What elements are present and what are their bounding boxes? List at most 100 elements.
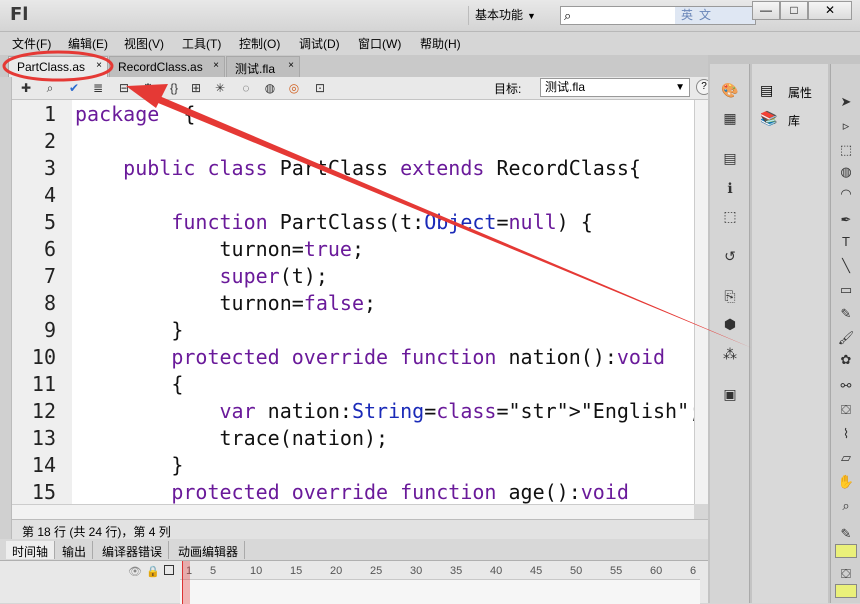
line-tool-icon[interactable]: ╲ — [836, 256, 856, 276]
maximize-button[interactable]: □ — [780, 1, 808, 20]
remove-comment-icon[interactable]: ◎ — [286, 80, 302, 96]
bone-tool-icon[interactable]: ⚯ — [836, 376, 856, 396]
pencil-tool-icon[interactable]: ✎ — [836, 304, 856, 324]
code-hint-icon[interactable]: ⊟ — [116, 80, 132, 96]
frame-track[interactable] — [180, 579, 700, 604]
target-value: 测试.fla — [545, 80, 586, 94]
eye-icon[interactable]: 👁 — [128, 565, 142, 578]
frame-number: 25 — [370, 565, 383, 577]
tab-compiler-errors[interactable]: 编译器错误 — [96, 541, 170, 559]
menu-view[interactable]: 视图(V) — [124, 35, 164, 52]
tab-label: RecordClass.as — [118, 60, 203, 74]
menu-tools[interactable]: 工具(T) — [182, 35, 221, 52]
library-panel-tab[interactable]: 库 — [788, 112, 800, 129]
debug-options-icon[interactable]: ⚙ — [140, 80, 156, 96]
menu-window[interactable]: 窗口(W) — [358, 35, 401, 52]
playhead[interactable] — [182, 561, 190, 604]
transform-icon[interactable]: ⬚ — [720, 206, 740, 226]
menu-file[interactable]: 文件(F) — [12, 35, 51, 52]
lock-icon[interactable]: 🔒 — [146, 565, 160, 578]
tab-timeline[interactable]: 时间轴 — [6, 541, 56, 559]
chevron-down-icon: ▼ — [675, 82, 685, 93]
show-toolbox-icon[interactable]: ⊡ — [312, 80, 328, 96]
line-number: 13 — [31, 426, 56, 450]
menu-debug[interactable]: 调试(D) — [299, 35, 340, 52]
color-palette-icon[interactable]: 🎨 — [720, 80, 740, 100]
collapse-between-braces-icon[interactable]: {} — [166, 80, 182, 96]
code-line: protected override function nation():voi… — [171, 345, 666, 369]
tab-test-fla[interactable]: 测试.fla × — [226, 56, 300, 77]
apply-line-comment-icon[interactable]: ◍ — [262, 80, 278, 96]
hand-tool-icon[interactable]: ✋ — [836, 472, 856, 492]
align-icon[interactable]: ▤ — [720, 148, 740, 168]
menu-control[interactable]: 控制(O) — [239, 35, 280, 52]
stroke-color-swatch[interactable] — [835, 544, 857, 558]
project-icon[interactable]: ▣ — [720, 384, 740, 404]
close-icon[interactable]: × — [213, 60, 219, 71]
menu-edit[interactable]: 编辑(E) — [68, 35, 108, 52]
left-collapse-strip[interactable] — [0, 77, 12, 539]
apply-block-comment-icon[interactable]: ◌ — [238, 80, 254, 96]
deco-tool-icon[interactable]: ✿ — [836, 350, 856, 370]
stroke-color-icon[interactable]: ✎ — [836, 524, 856, 544]
close-icon[interactable]: × — [288, 60, 294, 71]
tab-output[interactable]: 输出 — [56, 541, 94, 559]
vertical-scrollbar[interactable] — [694, 100, 708, 504]
close-icon[interactable]: × — [96, 60, 102, 71]
info-icon[interactable]: ℹ — [720, 178, 740, 198]
collapse-selection-icon[interactable]: ⊞ — [188, 80, 204, 96]
tab-label: 测试.fla — [235, 62, 276, 76]
code-line: } — [75, 318, 184, 342]
add-statement-icon[interactable]: ✚ — [18, 80, 34, 96]
motion-presets-icon[interactable]: ⁂ — [720, 344, 740, 364]
history-icon[interactable]: ↺ — [720, 246, 740, 266]
tab-motion-editor[interactable]: 动画编辑器 — [172, 541, 246, 559]
properties-panel-tab[interactable]: 属性 — [788, 84, 812, 101]
outline-icon[interactable] — [164, 565, 174, 575]
lasso-tool-icon[interactable]: ◠ — [836, 184, 856, 204]
panel-icon-column: 🎨 ▦ ▤ ℹ ⬚ ↺ ⎘ ⬢ ⁂ ▣ — [710, 64, 750, 603]
eraser-tool-icon[interactable]: ▱ — [836, 448, 856, 468]
help-search-input[interactable]: ⌕ 英文 — [560, 6, 756, 25]
expand-all-icon[interactable]: ✳ — [212, 80, 228, 96]
fill-color-swatch[interactable] — [835, 584, 857, 598]
target-select[interactable]: 测试.fla ▼ — [540, 78, 690, 97]
tab-recordclass[interactable]: RecordClass.as × — [109, 56, 225, 77]
line-number: 15 — [31, 480, 56, 504]
title-bar: Fl 基本功能 ▼ ⌕ 英文 — □ ✕ — [0, 0, 860, 32]
properties-icon[interactable]: ▤ — [760, 82, 773, 99]
pen-tool-icon[interactable]: ✒ — [836, 210, 856, 230]
check-syntax-icon[interactable]: ✔ — [66, 80, 82, 96]
line-number: 10 — [31, 345, 56, 369]
close-window-button[interactable]: ✕ — [808, 1, 852, 20]
free-transform-tool-icon[interactable]: ⬚ — [836, 140, 856, 160]
menu-help[interactable]: 帮助(H) — [420, 35, 461, 52]
line-number: 5 — [43, 210, 56, 234]
swatches-grid-icon[interactable]: ▦ — [720, 108, 740, 128]
fill-color-icon[interactable]: ⛋ — [836, 564, 856, 584]
eyedropper-tool-icon[interactable]: ⌇ — [836, 424, 856, 444]
brush-tool-icon[interactable]: 🖌 — [836, 328, 856, 348]
horizontal-scrollbar[interactable] — [12, 504, 694, 519]
workspace-switcher[interactable]: 基本功能 ▼ — [468, 6, 544, 25]
3d-rotation-tool-icon[interactable]: ◍ — [836, 162, 856, 182]
code-snippets-icon[interactable]: ⎘ — [720, 286, 740, 306]
frame-number: 45 — [530, 565, 543, 577]
tab-partclass[interactable]: PartClass.as × — [8, 56, 108, 77]
subselection-tool-icon[interactable]: ▹ — [836, 116, 856, 136]
paint-bucket-tool-icon[interactable]: ⛋ — [836, 400, 856, 420]
text-tool-icon[interactable]: T — [836, 232, 856, 252]
document-tabs: PartClass.as × RecordClass.as × 测试.fla × — [0, 55, 708, 77]
timeline-area[interactable]: 👁 🔒 1 5 10 15 20 25 30 35 40 45 50 55 60 6 — [0, 560, 708, 604]
auto-format-icon[interactable]: ≣ — [90, 80, 106, 96]
components-icon[interactable]: ⬢ — [720, 314, 740, 334]
cursor-position: 第 18 行 (共 24 行)，第 4 列 — [22, 525, 171, 539]
zoom-tool-icon[interactable]: ⌕ — [836, 496, 856, 516]
find-icon[interactable]: ⌕ — [42, 80, 58, 96]
code-line: package { — [75, 102, 196, 126]
library-icon[interactable]: 📚 — [760, 110, 777, 127]
minimize-button[interactable]: — — [752, 1, 780, 20]
code-editor[interactable]: 1 2 3 4 5 6 7 8 9 10 11 12 13 14 15 package { public c… — [12, 100, 694, 504]
rectangle-tool-icon[interactable]: ▭ — [836, 280, 856, 300]
selection-tool-icon[interactable]: ➤ — [836, 92, 856, 112]
